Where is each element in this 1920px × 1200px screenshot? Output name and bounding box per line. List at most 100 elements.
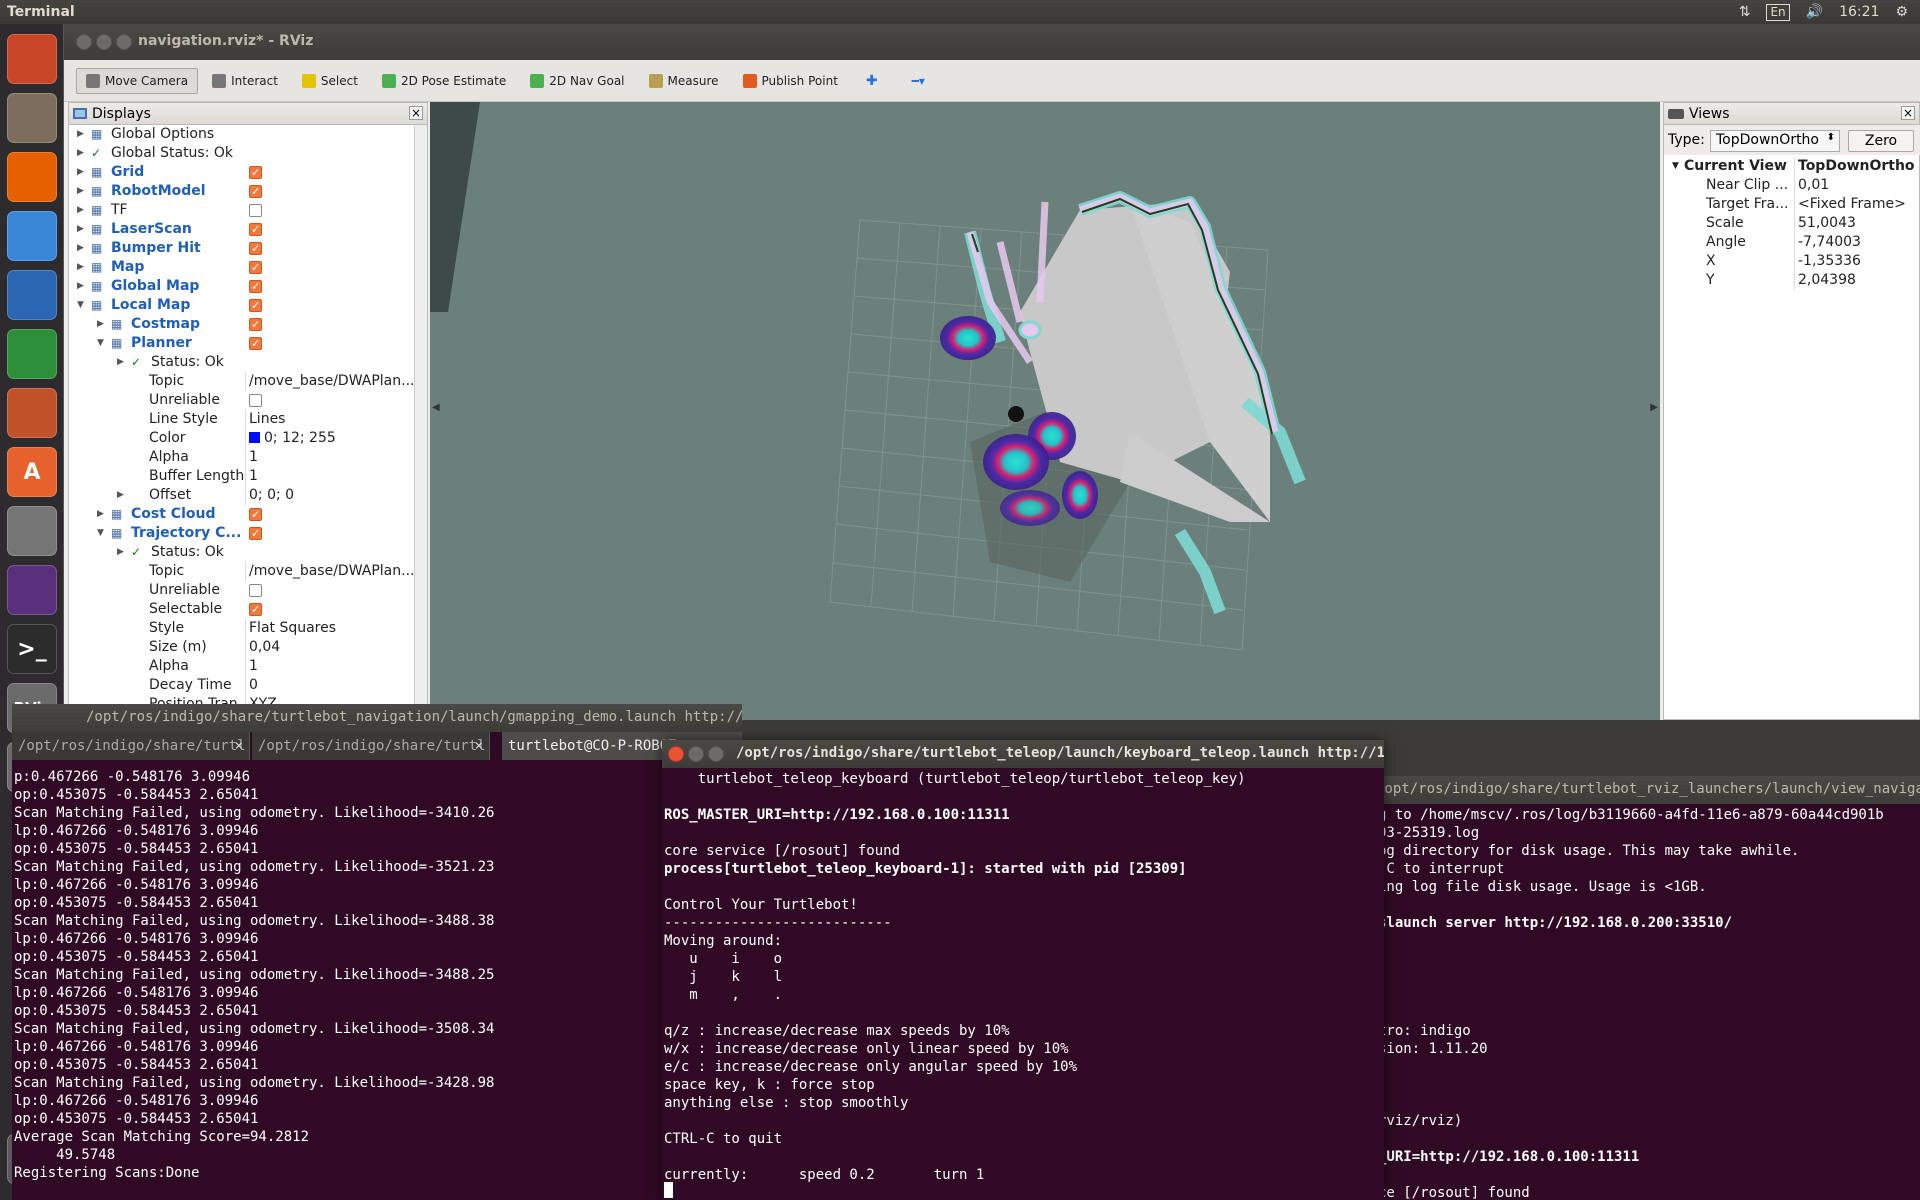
- close-window-icon[interactable]: [76, 34, 92, 50]
- collapse-arrow-icon[interactable]: ▼: [97, 334, 104, 353]
- expand-arrow-icon[interactable]: ▶: [77, 125, 84, 144]
- ubuntu-dash-icon[interactable]: [7, 34, 57, 84]
- display-row[interactable]: Size (m) 0,04: [69, 638, 415, 657]
- teleop-titlebar[interactable]: /opt/ros/indigo/share/turtlebot_teleop/l…: [662, 740, 1384, 768]
- rviz-launch-titlebar[interactable]: /opt/ros/indigo/share/turtlebot_rviz_lau…: [1376, 776, 1920, 804]
- display-row[interactable]: ▶ Offset 0; 0; 0: [69, 486, 415, 505]
- display-row[interactable]: Style Flat Squares: [69, 619, 415, 638]
- expand-arrow-icon[interactable]: ▶: [117, 486, 124, 505]
- terminal-gmapping[interactable]: /opt/ros/indigo/share/turtlebot_navigati…: [12, 704, 742, 1200]
- display-row[interactable]: ▶ ▦ Cost Cloud: [69, 505, 415, 524]
- terminal-icon[interactable]: >_: [7, 624, 57, 674]
- display-checkbox[interactable]: [249, 277, 262, 296]
- maximize-window-icon[interactable]: [116, 34, 132, 50]
- current-view-row[interactable]: ▼ Current View TopDownOrtho ...: [1664, 157, 1920, 176]
- display-row[interactable]: Decay Time 0: [69, 676, 415, 695]
- display-row[interactable]: ▶ ▦ Global Options: [69, 125, 415, 144]
- display-row[interactable]: Line Style Lines: [69, 410, 415, 429]
- expand-arrow-icon[interactable]: ▶: [77, 258, 84, 277]
- expand-arrow-icon[interactable]: ▶: [77, 182, 84, 201]
- clock[interactable]: 16:21: [1839, 4, 1879, 20]
- viewport-left-arrow-icon[interactable]: ◀: [432, 402, 440, 413]
- display-row[interactable]: ▶ ▦ Map: [69, 258, 415, 277]
- 3d-viewport[interactable]: ◀ ▶: [430, 102, 1660, 720]
- tool-2d-pose-estimate[interactable]: 2D Pose Estimate: [372, 68, 516, 94]
- display-row[interactable]: Selectable: [69, 600, 415, 619]
- display-row[interactable]: ▶ ▦ TF: [69, 201, 415, 220]
- impress-icon[interactable]: [7, 388, 57, 438]
- display-row[interactable]: Unreliable: [69, 391, 415, 410]
- tool-interact[interactable]: Interact: [202, 68, 288, 94]
- video-icon[interactable]: [7, 565, 57, 615]
- displays-scrollbar[interactable]: [414, 125, 427, 721]
- terminal-tab[interactable]: /opt/ros/indigo/share/turtl... ×: [12, 732, 250, 760]
- display-row[interactable]: ▼ ▦ Planner: [69, 334, 415, 353]
- display-checkbox[interactable]: [249, 315, 262, 334]
- collapse-arrow-icon[interactable]: ▼: [97, 524, 104, 543]
- display-row[interactable]: ▶ ✓ Status: Ok: [69, 353, 415, 372]
- network-arrows-icon[interactable]: ⇅: [1739, 4, 1751, 20]
- terminal-rviz-launch[interactable]: /opt/ros/indigo/share/turtlebot_rviz_lau…: [1376, 776, 1920, 1200]
- expand-arrow-icon[interactable]: ▶: [77, 163, 84, 182]
- view-property-row[interactable]: Near Clip ... 0,01: [1664, 176, 1920, 195]
- minimize-window-icon[interactable]: [96, 34, 112, 50]
- display-checkbox[interactable]: [249, 296, 262, 315]
- display-checkbox[interactable]: [249, 505, 262, 524]
- display-checkbox[interactable]: [249, 334, 262, 353]
- terminal-teleop[interactable]: /opt/ros/indigo/share/turtlebot_teleop/l…: [662, 740, 1384, 1200]
- display-row[interactable]: ▶ ▦ RobotModel: [69, 182, 415, 201]
- view-property-row[interactable]: Angle -7,74003: [1664, 233, 1920, 252]
- expand-arrow-icon[interactable]: ▶: [77, 220, 84, 239]
- minimize-terminal-icon[interactable]: [688, 746, 704, 762]
- expand-arrow-icon[interactable]: ▶: [77, 277, 84, 296]
- view-property-row[interactable]: Target Fra... <Fixed Frame>: [1664, 195, 1920, 214]
- display-checkbox[interactable]: [249, 394, 262, 407]
- display-checkbox[interactable]: [249, 584, 262, 597]
- display-checkbox[interactable]: [249, 524, 262, 543]
- display-checkbox[interactable]: [249, 163, 262, 182]
- display-row[interactable]: ▶ ▦ Grid: [69, 163, 415, 182]
- expand-arrow-icon[interactable]: ▶: [77, 144, 84, 163]
- display-row[interactable]: ▶ ▦ Costmap: [69, 315, 415, 334]
- expand-arrow-icon[interactable]: ▶: [77, 201, 84, 220]
- tool-move-camera[interactable]: Move Camera: [76, 67, 199, 94]
- display-checkbox[interactable]: [249, 600, 262, 619]
- display-checkbox[interactable]: [249, 182, 262, 201]
- close-tab-icon[interactable]: ×: [475, 732, 483, 760]
- files-icon[interactable]: [7, 93, 57, 143]
- expand-arrow-icon[interactable]: ▶: [97, 505, 104, 524]
- viewport-right-arrow-icon[interactable]: ▶: [1650, 402, 1658, 413]
- power-gear-icon[interactable]: ⚙: [1895, 4, 1908, 20]
- display-row[interactable]: Topic/move_base/DWAPlan...: [69, 372, 415, 391]
- terminal-tab[interactable]: /opt/ros/indigo/share/turtl... ×: [252, 732, 490, 760]
- tool-publish-point[interactable]: Publish Point: [733, 68, 848, 94]
- display-row[interactable]: Color 0; 12; 255: [69, 429, 415, 448]
- view-property-row[interactable]: Scale 51,0043: [1664, 214, 1920, 233]
- display-checkbox[interactable]: [249, 204, 262, 217]
- remove-tool-icon[interactable]: ━▾: [912, 74, 925, 88]
- maximize-terminal-icon[interactable]: [708, 746, 724, 762]
- color-swatch[interactable]: [249, 432, 260, 443]
- display-row[interactable]: ▶ ▦ Bumper Hit: [69, 239, 415, 258]
- gmapping-titlebar[interactable]: /opt/ros/indigo/share/turtlebot_navigati…: [12, 704, 742, 732]
- display-row[interactable]: ▼ ▦ Local Map: [69, 296, 415, 315]
- volume-icon[interactable]: 🔊: [1806, 4, 1823, 20]
- display-row[interactable]: ▶ ▦ LaserScan: [69, 220, 415, 239]
- view-type-select[interactable]: TopDownOrtho ⬍: [1710, 130, 1840, 152]
- tool-select[interactable]: Select: [292, 68, 368, 94]
- close-tab-icon[interactable]: ×: [235, 732, 243, 760]
- expand-arrow-icon[interactable]: ▼: [1672, 157, 1679, 176]
- close-terminal-icon[interactable]: [668, 746, 684, 762]
- display-row[interactable]: Topic/move_base/DWAPlan...: [69, 562, 415, 581]
- display-row[interactable]: Alpha 1: [69, 657, 415, 676]
- writer-icon[interactable]: [7, 270, 57, 320]
- display-checkbox[interactable]: [249, 220, 262, 239]
- settings-icon[interactable]: [7, 506, 57, 556]
- tool-measure[interactable]: Measure: [639, 68, 729, 94]
- software-center-icon[interactable]: A: [7, 447, 57, 497]
- expand-arrow-icon[interactable]: ▶: [77, 239, 84, 258]
- view-property-row[interactable]: Y 2,04398: [1664, 271, 1920, 290]
- calc-icon[interactable]: [7, 329, 57, 379]
- firefox-icon[interactable]: [7, 152, 57, 202]
- keyboard-layout-indicator[interactable]: En: [1766, 3, 1790, 21]
